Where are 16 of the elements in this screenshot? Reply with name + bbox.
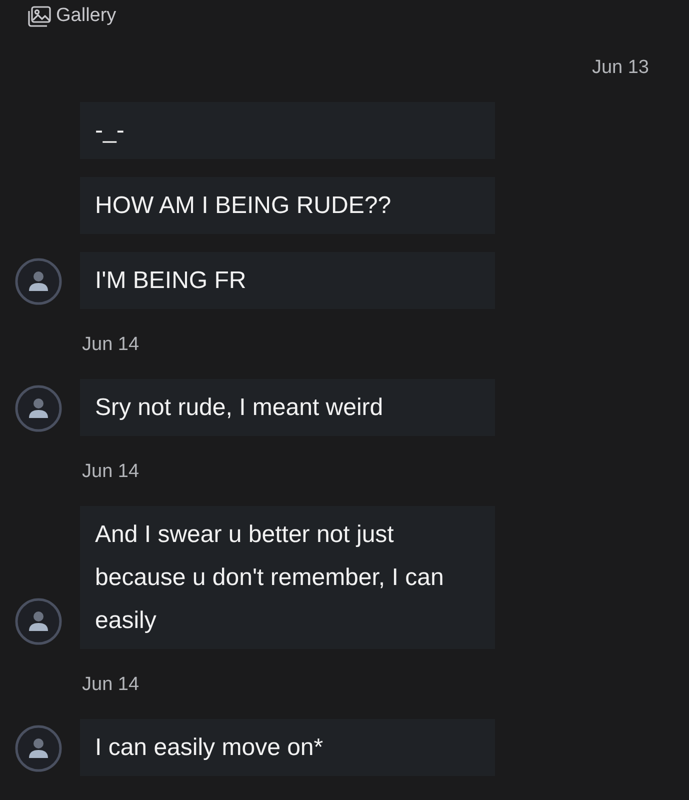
message-date: Jun 14 bbox=[82, 460, 140, 484]
message-bubble: And I swear u better not just because u don't remember, I can easily bbox=[80, 506, 495, 649]
avatar-icon[interactable] bbox=[15, 725, 62, 772]
avatar-icon[interactable] bbox=[15, 258, 62, 305]
message-bubble: -_- bbox=[80, 102, 495, 159]
gallery-link[interactable]: Gallery bbox=[56, 2, 116, 30]
gallery-icon[interactable] bbox=[28, 5, 52, 27]
message-bubble: HOW AM I BEING RUDE?? bbox=[80, 177, 495, 234]
avatar-icon[interactable] bbox=[15, 385, 62, 432]
message-bubble: Sry not rude, I meant weird bbox=[80, 379, 495, 436]
message-bubble: I can easily move on* bbox=[80, 719, 495, 776]
message-date: Jun 13 bbox=[592, 56, 649, 80]
message-bubble: I'M BEING FR bbox=[80, 252, 495, 309]
message-date: Jun 14 bbox=[82, 333, 140, 357]
avatar-icon[interactable] bbox=[15, 598, 62, 645]
message-date: Jun 14 bbox=[82, 673, 140, 697]
